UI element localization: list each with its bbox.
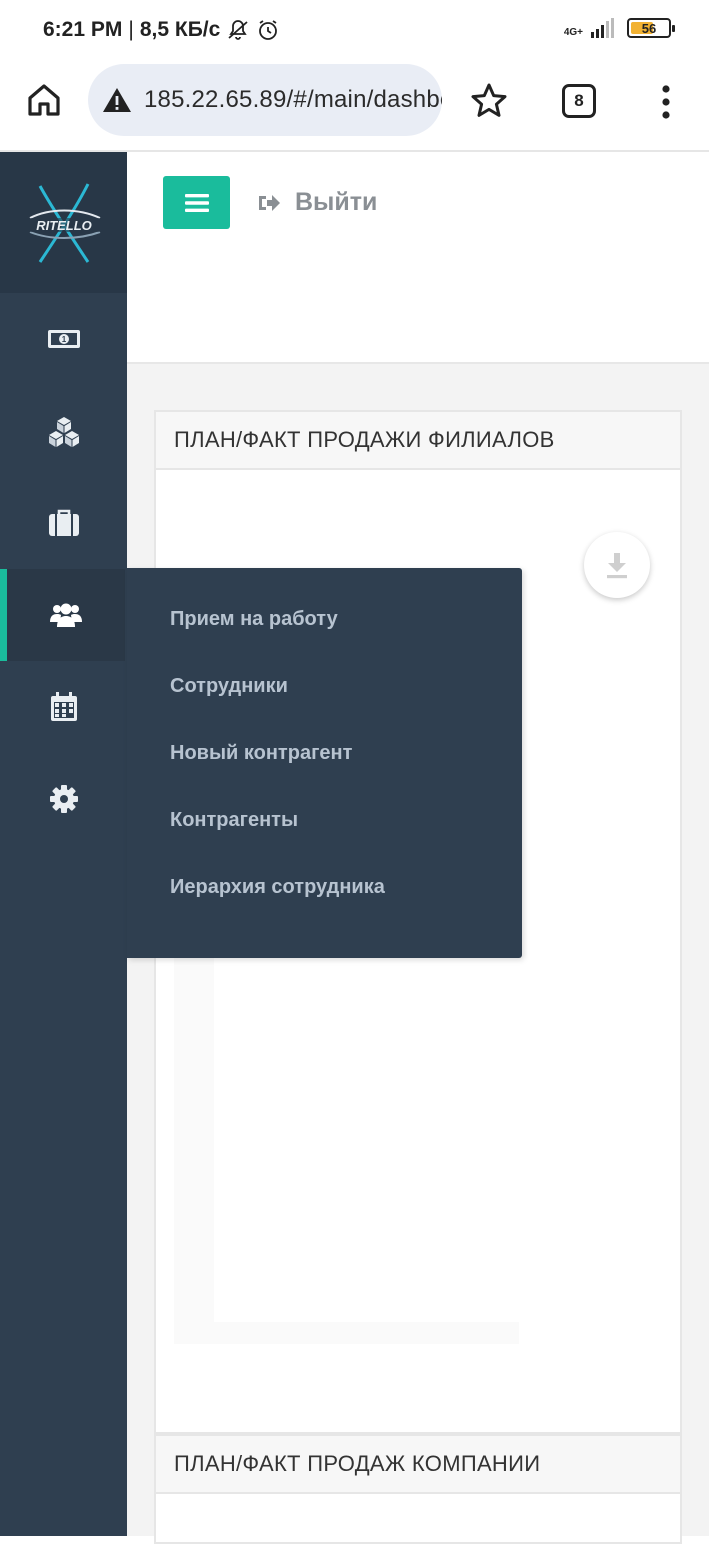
company-sales-panel: ПЛАН/ФАКТ ПРОДАЖ КОМПАНИИ xyxy=(154,1434,682,1544)
more-vert-icon[interactable] xyxy=(654,82,678,122)
sidebar-item-staff[interactable] xyxy=(0,569,125,661)
sidebar: RITELLO 1 xyxy=(0,152,127,1536)
branch-sales-title: ПЛАН/ФАКТ ПРОДАЖИ ФИЛИАЛОВ xyxy=(156,412,680,470)
ritello-logo-icon: RITELLO xyxy=(29,182,100,263)
status-left: 6:21 PM | 8,5 КБ/с xyxy=(43,18,280,42)
gear-icon xyxy=(49,785,78,813)
battery-level: 56 xyxy=(641,20,657,36)
briefcase-icon xyxy=(48,509,79,536)
bell-off-icon xyxy=(228,20,248,40)
brand-logo[interactable]: RITELLO xyxy=(0,152,127,293)
svg-text:1: 1 xyxy=(61,335,66,344)
status-separator: | xyxy=(128,18,134,41)
download-icon xyxy=(607,553,627,579)
logout-label: Выйти xyxy=(295,188,378,216)
submenu-item-employees[interactable]: Сотрудники xyxy=(170,675,288,698)
status-time: 6:21 PM xyxy=(43,18,123,41)
tabs-button[interactable]: 8 xyxy=(562,84,596,118)
sidebar-item-settings[interactable] xyxy=(0,753,127,845)
sidebar-item-projects[interactable] xyxy=(0,477,127,569)
staff-submenu: Прием на работу Сотрудники Новый контраг… xyxy=(127,568,522,958)
url-text: 185.22.65.89/#/main/dashboard xyxy=(144,86,442,113)
hamburger-icon xyxy=(184,193,209,212)
submenu-item-counterparties[interactable]: Контрагенты xyxy=(170,809,298,832)
tab-count: 8 xyxy=(574,91,584,110)
status-right: 4G+ 56 xyxy=(564,18,675,38)
sign-out-icon xyxy=(259,194,280,211)
logo-text: RITELLO xyxy=(36,218,92,233)
money-icon: 1 xyxy=(47,330,80,348)
home-icon[interactable] xyxy=(26,82,62,118)
topbar: Выйти xyxy=(127,152,709,364)
network-type: 4G+ xyxy=(563,27,583,38)
sidebar-item-finance[interactable]: 1 xyxy=(0,293,127,385)
status-bar: 6:21 PM | 8,5 КБ/с 4G+ 56 xyxy=(0,0,709,62)
sidebar-item-calendar[interactable] xyxy=(0,661,127,753)
menu-toggle-button[interactable] xyxy=(163,176,230,229)
download-button[interactable] xyxy=(584,532,650,598)
network-indicator: 4G+ xyxy=(564,18,615,38)
warning-icon[interactable] xyxy=(102,86,132,114)
users-icon xyxy=(50,603,82,627)
calendar-icon xyxy=(50,692,77,721)
logout-link[interactable]: Выйти xyxy=(257,188,377,217)
submenu-item-hierarchy[interactable]: Иерархия сотрудника xyxy=(170,876,385,899)
bookmark-star-icon[interactable] xyxy=(470,82,508,120)
company-sales-title: ПЛАН/ФАКТ ПРОДАЖ КОМПАНИИ xyxy=(156,1436,680,1494)
alarm-icon xyxy=(259,20,278,40)
url-bar[interactable]: 185.22.65.89/#/main/dashboard xyxy=(88,64,442,136)
browser-toolbar: 185.22.65.89/#/main/dashboard 8 xyxy=(0,62,709,152)
signal-icon xyxy=(591,18,614,38)
battery-icon: 56 xyxy=(627,18,675,38)
cubes-icon xyxy=(48,417,79,447)
submenu-item-hiring[interactable]: Прием на работу xyxy=(170,608,338,631)
app-root: Выйти ПЛАН/ФАКТ ПРОДАЖИ ФИЛИАЛОВ ПЛАН/ФА… xyxy=(0,152,709,1544)
status-speed: 8,5 КБ/с xyxy=(139,18,221,41)
sidebar-item-products[interactable] xyxy=(0,385,127,477)
submenu-item-new-counterparty[interactable]: Новый контрагент xyxy=(170,742,352,765)
